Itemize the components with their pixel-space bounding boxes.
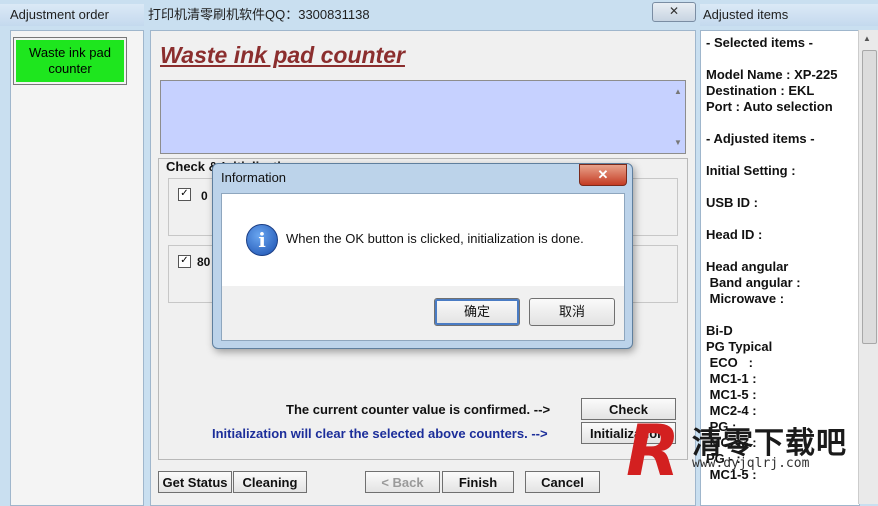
- adjusted-item-line: Bi-D: [706, 323, 733, 338]
- dialog-message: When the OK button is clicked, initializ…: [286, 231, 584, 246]
- adjusted-item-line: Head angular: [706, 259, 789, 274]
- adjusted-items-title: Adjusted items: [700, 4, 878, 26]
- adjusted-item-line: Head ID :: [706, 227, 763, 242]
- message-area[interactable]: ▲ ▼: [160, 80, 686, 154]
- adjusted-item-line: - Adjusted items -: [706, 131, 815, 146]
- init-text: Initialization will clear the selected a…: [212, 426, 548, 441]
- dialog-body: i When the OK button is clicked, initial…: [221, 193, 625, 341]
- close-icon: ✕: [597, 167, 609, 182]
- message-scrollbar[interactable]: ▲ ▼: [671, 81, 685, 153]
- close-icon: ✕: [668, 4, 680, 18]
- adjusted-item-line: - Selected items -: [706, 35, 813, 50]
- confirm-text: The current counter value is confirmed. …: [286, 402, 551, 417]
- watermark-logo-letter: R: [626, 410, 680, 492]
- adjustment-item-waste-ink[interactable]: Waste ink pad counter: [13, 37, 127, 85]
- adjusted-item-line: Port : Auto selection: [706, 99, 833, 114]
- cancel-button[interactable]: Cancel: [525, 471, 600, 493]
- adjustment-order-title: Adjustment order: [0, 4, 144, 26]
- watermark-url: www.dyjqlrj.com: [692, 456, 810, 471]
- scroll-up-icon[interactable]: ▲: [863, 34, 871, 43]
- adjusted-item-line: PG Typical: [706, 339, 773, 354]
- adjustment-item-label: Waste ink pad counter: [29, 45, 111, 76]
- adjustment-order-list: [10, 30, 144, 506]
- main-close-button[interactable]: ✕: [652, 2, 696, 22]
- adjusted-item-line: Initial Setting :: [706, 163, 796, 178]
- back-button[interactable]: < Back: [365, 471, 440, 493]
- dialog-close-button[interactable]: ✕: [579, 164, 627, 186]
- scroll-up-icon[interactable]: ▲: [674, 87, 682, 96]
- adjusted-item-line: Microwave :: [706, 291, 785, 306]
- scroll-thumb[interactable]: [862, 50, 877, 344]
- adjusted-item-line: Destination : EKL: [706, 83, 815, 98]
- watermark-logo: R: [626, 416, 680, 486]
- counter-value: 80: [197, 255, 211, 269]
- main-window-title: 打印机清零刷机软件QQ：3300831138: [148, 7, 370, 22]
- dialog-ok-button[interactable]: 确定: [434, 298, 520, 326]
- finish-button[interactable]: Finish: [442, 471, 514, 493]
- get-status-button[interactable]: Get Status: [158, 471, 232, 493]
- dialog-cancel-button[interactable]: 取消: [529, 298, 615, 326]
- adjusted-item-line: MC1-1 :: [706, 371, 757, 386]
- information-dialog: Information ✕ i When the OK button is cl…: [212, 163, 633, 349]
- counter-value: 0: [201, 189, 208, 203]
- adjusted-items-scrollbar[interactable]: ▲: [858, 30, 878, 504]
- adjusted-item-line: ECO :: [706, 355, 753, 370]
- info-icon: i: [246, 224, 278, 256]
- page-title: Waste ink pad counter: [160, 42, 405, 68]
- adjusted-item-line: MC2-4 :: [706, 403, 757, 418]
- adjusted-item-line: USB ID :: [706, 195, 758, 210]
- adjusted-item-line: Band angular :: [706, 275, 801, 290]
- counter-checkbox[interactable]: ✓: [178, 255, 191, 268]
- adjusted-item-line: Model Name : XP-225: [706, 67, 838, 82]
- adjusted-item-line: MC1-5 :: [706, 387, 757, 402]
- dialog-message-area: i When the OK button is clicked, initial…: [222, 194, 624, 286]
- scroll-down-icon[interactable]: ▼: [674, 138, 682, 147]
- cleaning-button[interactable]: Cleaning: [233, 471, 307, 493]
- dialog-title: Information: [221, 170, 287, 185]
- counter-checkbox[interactable]: ✓: [178, 188, 191, 201]
